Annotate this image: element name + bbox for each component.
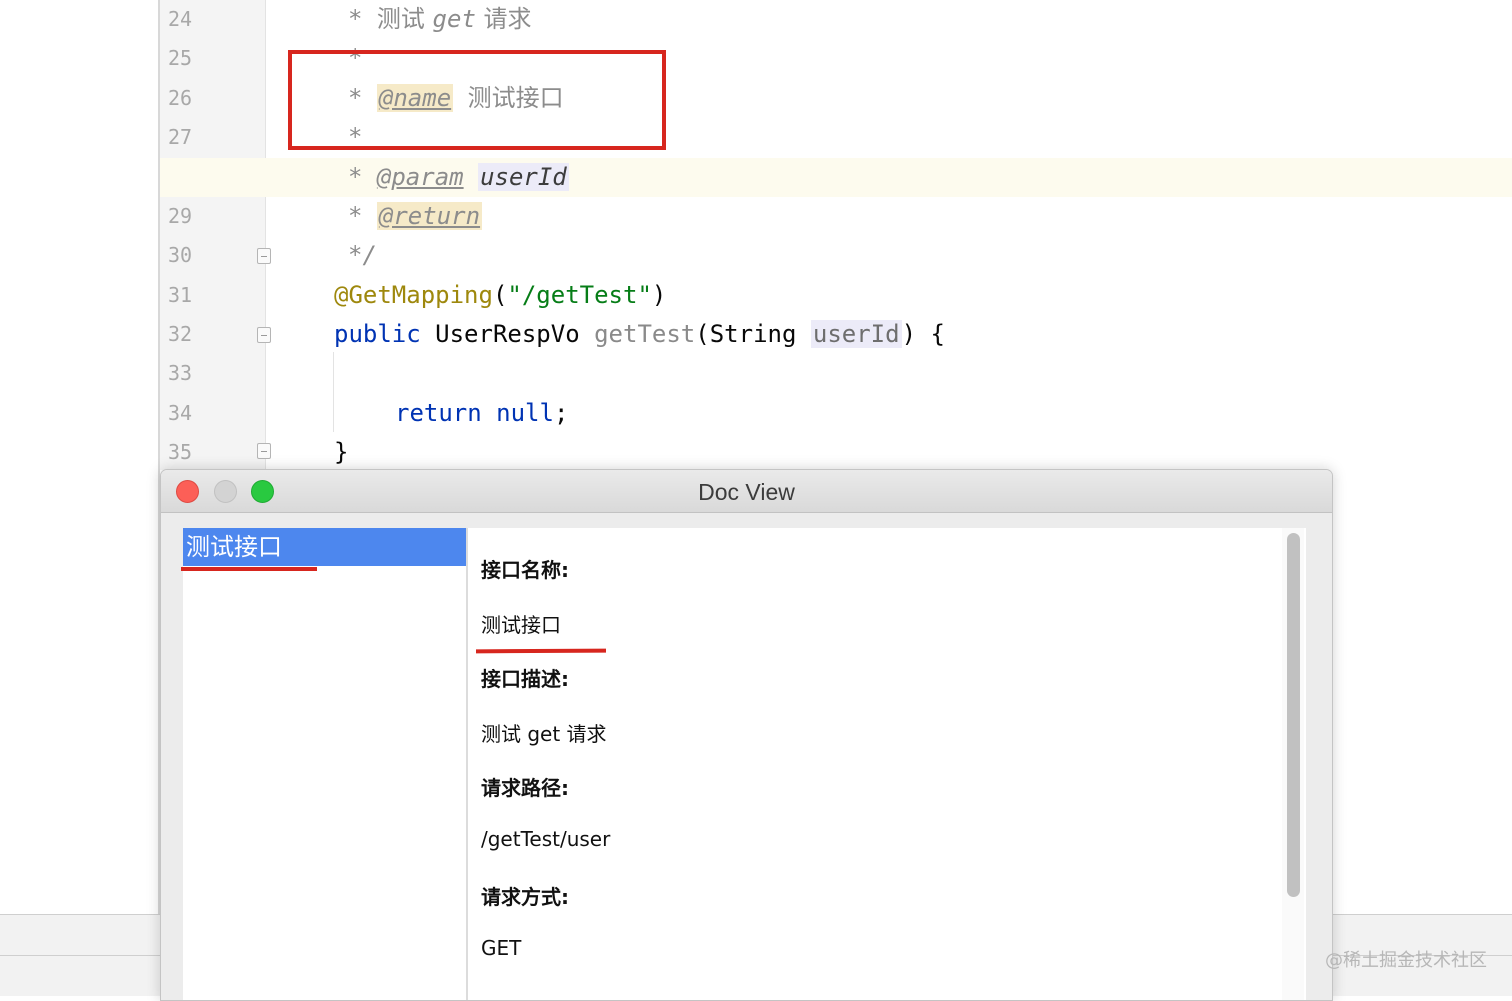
window-titlebar[interactable]: Doc View (161, 470, 1332, 513)
api-list-pane[interactable]: 测试接口 (183, 528, 466, 1000)
scrollbar-thumb[interactable] (1287, 533, 1300, 897)
api-name-label: 接口名称: (481, 558, 569, 582)
doc-content-pane[interactable]: 接口名称: 测试接口 接口描述: 测试 get 请求 请求路径: /getTes… (466, 528, 1306, 1000)
request-method-label: 请求方式: (481, 885, 569, 909)
code-line-34: return null; (395, 399, 569, 427)
indent-guide (333, 352, 334, 432)
left-bottom-toolbar (0, 914, 160, 996)
code-line-28: * @param userId (348, 163, 569, 191)
code-line-35: } (334, 438, 349, 466)
underline-annotation (475, 648, 607, 654)
code-line-30: */ (348, 241, 377, 269)
api-description-value: 测试 get 请求 (481, 722, 607, 746)
code-line-29: * @return (348, 202, 483, 230)
request-method-value: GET (481, 936, 522, 960)
doc-view-window[interactable]: Doc View 测试接口 接口名称: 测试接口 接口描述: 测试 get 请求… (160, 469, 1333, 1001)
request-path-value: /getTest/user (481, 827, 611, 851)
underline-annotation (181, 567, 317, 571)
list-item[interactable]: 测试接口 (183, 528, 466, 566)
code-editor[interactable]: * 测试 get 请求 * * @name 测试接口 * * @param us… (0, 0, 1512, 470)
watermark: @稀土掘金技术社区 (1325, 950, 1487, 971)
api-description-label: 接口描述: (481, 667, 569, 691)
window-title: Doc View (698, 479, 795, 505)
highlight-annotation-box (288, 50, 666, 150)
code-line-32: public UserRespVo getTest(String userId)… (334, 320, 945, 348)
code-line-24: * 测试 get 请求 (348, 5, 532, 33)
api-name-value: 测试接口 (481, 613, 561, 637)
request-path-label: 请求路径: (481, 776, 569, 800)
code-line-31: @GetMapping("/getTest") (334, 281, 667, 309)
